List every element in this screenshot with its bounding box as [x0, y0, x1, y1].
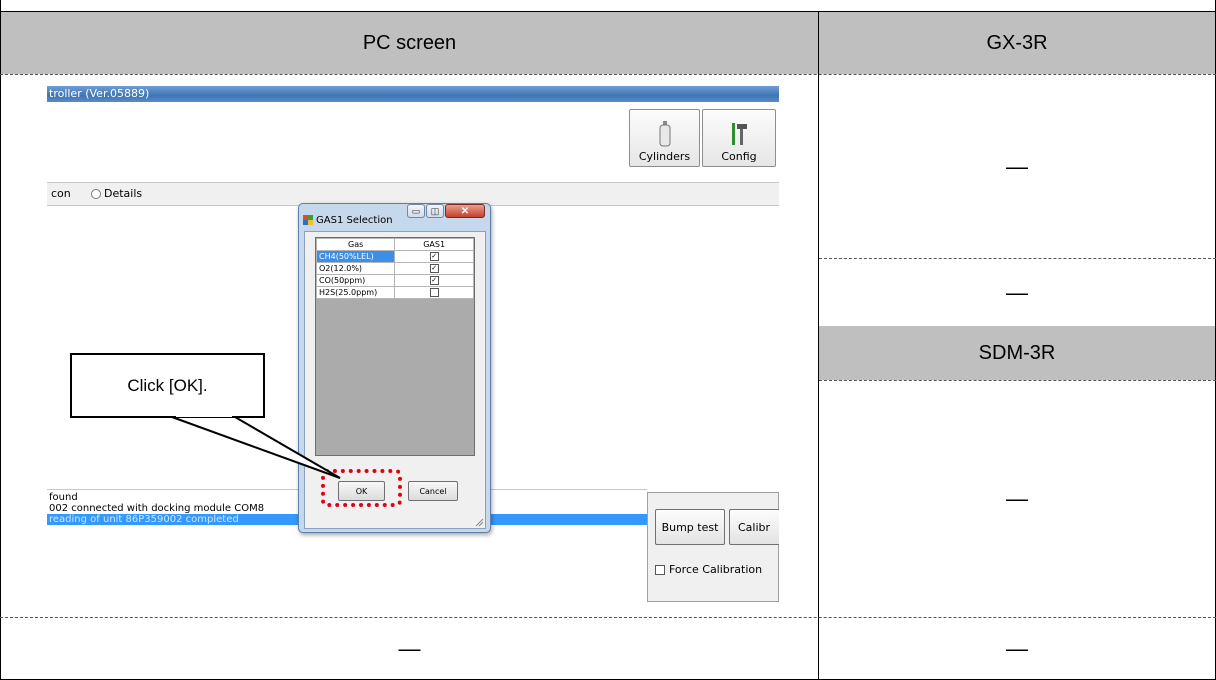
callout-pointer: [171, 416, 341, 479]
callout-box: Click [OK].: [70, 353, 265, 418]
callout-text: Click [OK].: [127, 375, 208, 395]
callout-seam: [176, 414, 232, 417]
